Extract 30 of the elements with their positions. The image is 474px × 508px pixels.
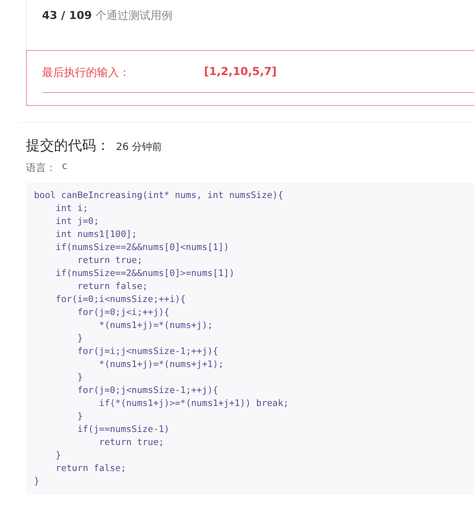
code-line: return false; — [76, 281, 149, 294]
code-line: for(j=0;j<numsSize-1;++j){ — [76, 385, 220, 398]
section-title: 提交的代码： — [26, 137, 110, 155]
code-line: } — [76, 411, 84, 424]
code-line: if(*(nums1+j)>=*(nums1+j+1)) break; — [98, 398, 290, 411]
code-line: if(j==numsSize-1) — [76, 424, 170, 437]
code-line: int i; — [54, 203, 90, 216]
code-line: for(j=i;j<numsSize-1;++j){ — [76, 346, 220, 359]
code-line: bool canBeIncreasing(int* nums, int numsSize){ — [34, 190, 284, 203]
code-line: return true; — [76, 255, 144, 268]
code-line: for(i=0;i<numsSize;++i){ — [54, 294, 187, 307]
language-label: 语言： — [26, 162, 56, 175]
code-line: *(nums1+j)=*(nums+j+1); — [98, 359, 225, 372]
code-line: if(numsSize==2&&nums[0]>=nums[1]) — [54, 268, 236, 281]
code-line: if(numsSize==2&&nums[0]<nums[1]) — [54, 242, 230, 255]
code-line: *(nums1+j)=*(nums+j); — [98, 320, 214, 333]
code-line: return true; — [98, 437, 166, 450]
submission-time: 26 分钟前 — [116, 140, 162, 154]
code-line: } — [76, 372, 84, 385]
code-line: return false; — [54, 463, 128, 476]
code-line: for(j=0;j<i;++j){ — [76, 307, 170, 320]
language-value: c — [62, 161, 68, 174]
code-line: } — [34, 476, 40, 489]
code-line: int nums1[100]; — [54, 229, 138, 242]
test-result-text: 43 / 109 个通过测试用例 — [42, 9, 172, 22]
last-input-label: 最后执行的输入： — [42, 65, 131, 80]
code-line: int j=0; — [54, 216, 100, 229]
last-input-value: [1,2,10,5,7] — [204, 65, 277, 80]
code-line: } — [76, 333, 84, 346]
code-line: } — [54, 450, 62, 463]
